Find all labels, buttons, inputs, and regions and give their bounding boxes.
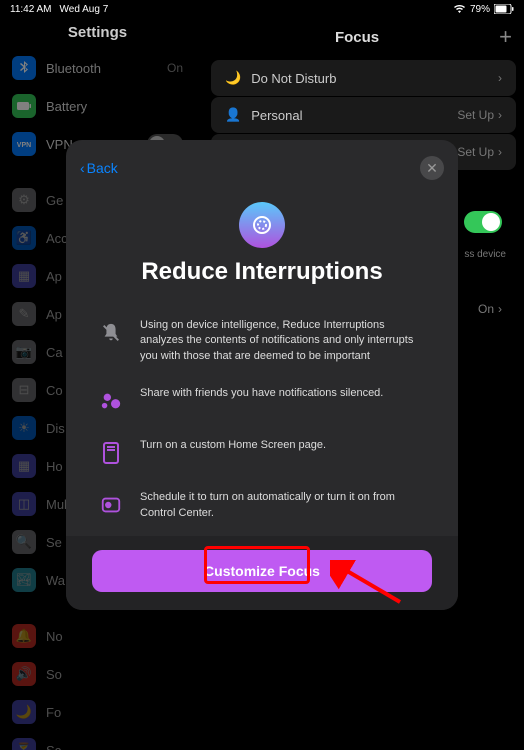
sidebar-title: Settings (0, 18, 195, 49)
feature-schedule: Schedule it to turn on automatically or … (66, 482, 458, 535)
display-icon: ☀ (12, 416, 36, 440)
clock-icon (96, 490, 126, 520)
multi-icon: ◫ (12, 492, 36, 516)
reduce-interruptions-modal: ‹ Back ✕ Reduce Interruptions Using on d… (66, 140, 458, 610)
chevron-right-icon: › (498, 71, 502, 85)
sound-icon: 🔊 (12, 662, 36, 686)
control-icon: ⊟ (12, 378, 36, 402)
pencil-icon: ✎ (12, 302, 36, 326)
close-button[interactable]: ✕ (420, 156, 444, 180)
sidebar-item-battery[interactable]: Battery (0, 87, 195, 125)
focus-mode-icon (239, 202, 285, 248)
add-focus-button[interactable]: + (499, 24, 512, 50)
annotation-arrow (330, 560, 410, 610)
status-date: Wed Aug 7 (60, 4, 109, 15)
sidebar-item-bluetooth[interactable]: Bluetooth On (0, 49, 195, 87)
label: Battery (46, 99, 87, 114)
moon-icon: 🌙 (12, 700, 36, 724)
close-icon: ✕ (426, 160, 438, 177)
label: Bluetooth (46, 61, 101, 76)
modal-title: Reduce Interruptions (66, 258, 458, 286)
camera-icon: 📷 (12, 340, 36, 364)
focus-item-personal[interactable]: 👤 Personal Set Up › (211, 97, 516, 133)
bluetooth-icon (12, 56, 36, 80)
battery-icon (12, 94, 36, 118)
battery-icon (494, 4, 514, 14)
focus-item-dnd[interactable]: 🌙 Do Not Disturb › (211, 60, 516, 96)
vpn-icon: VPN (12, 132, 36, 156)
detail-title: Focus (335, 29, 379, 46)
status-time: 11:42 AM (10, 4, 52, 15)
sidebar-item-sounds[interactable]: 🔊So (0, 655, 195, 693)
home-icon: ▦ (12, 454, 36, 478)
search-icon: 🔍 (12, 530, 36, 554)
chevron-left-icon: ‹ (80, 160, 85, 176)
sidebar-item-notifications[interactable]: 🔔No (0, 617, 195, 655)
battery-percent: 79% (470, 4, 490, 15)
sidebar-item-screentime[interactable]: ⏳Sc (0, 731, 195, 750)
phone-icon (96, 438, 126, 468)
svg-text:VPN: VPN (17, 142, 31, 149)
hourglass-icon: ⏳ (12, 738, 36, 750)
feature-intelligence: Using on device intelligence, Reduce Int… (66, 310, 458, 378)
value: On (167, 61, 183, 75)
bell-slash-icon (96, 318, 126, 348)
back-button[interactable]: ‹ Back (80, 160, 118, 176)
wallpaper-icon: 🏞 (12, 568, 36, 592)
feature-share: Share with friends you have notification… (66, 378, 458, 430)
feature-homescreen: Turn on a custom Home Screen page. (66, 430, 458, 482)
bell-icon: 🔔 (12, 624, 36, 648)
status-bar: 11:42 AM Wed Aug 7 79% (0, 0, 524, 18)
accessibility-icon: ♿ (12, 226, 36, 250)
person-icon: 👤 (225, 107, 241, 123)
sidebar-item-focus[interactable]: 🌙Fo (0, 693, 195, 731)
gear-icon: ⚙ (12, 188, 36, 212)
moon-icon: 🌙 (225, 70, 241, 86)
apps-icon: ▦ (12, 264, 36, 288)
wifi-icon (453, 4, 466, 14)
share-icon (96, 386, 126, 416)
share-toggle[interactable] (464, 211, 502, 233)
